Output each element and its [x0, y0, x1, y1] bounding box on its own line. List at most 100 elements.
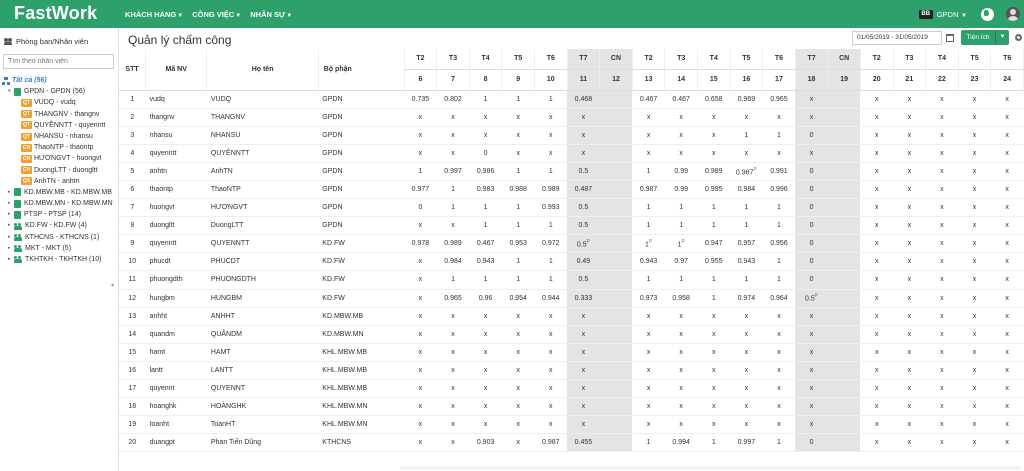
attendance-cell[interactable]: 0.973: [632, 289, 665, 308]
attendance-cell[interactable]: 0.467: [469, 234, 502, 254]
attendance-cell[interactable]: x: [501, 325, 535, 344]
attendance-cell[interactable]: x: [697, 361, 731, 381]
attendance-cell[interactable]: x: [925, 108, 959, 127]
attendance-cell[interactable]: [827, 379, 861, 399]
tree-node[interactable]: ▸ KTHCNS - KTHCNS (1): [0, 232, 119, 243]
attendance-cell[interactable]: x: [893, 234, 926, 254]
attendance-cell[interactable]: x: [501, 361, 535, 381]
attendance-cell[interactable]: x: [404, 433, 437, 453]
attendance-cell[interactable]: x: [795, 307, 828, 326]
attendance-cell[interactable]: x: [534, 379, 568, 399]
attendance-cell[interactable]: 1: [632, 270, 665, 290]
nav-hr[interactable]: NHÂN SỰ▼: [250, 10, 292, 19]
attendance-cell[interactable]: x: [958, 325, 991, 344]
attendance-cell[interactable]: 0.5: [567, 162, 600, 181]
attendance-cell[interactable]: x: [436, 361, 470, 381]
attendance-cell[interactable]: 0.944: [534, 289, 568, 308]
attendance-cell[interactable]: 0.943: [632, 252, 665, 272]
attendance-cell[interactable]: x: [990, 415, 1024, 435]
attendance-cell[interactable]: x: [860, 252, 894, 272]
attendance-cell[interactable]: 0.5P: [795, 289, 828, 308]
attendance-cell[interactable]: [827, 162, 861, 181]
attendance-cell[interactable]: 0.333: [567, 289, 600, 308]
attendance-cell[interactable]: x: [567, 126, 600, 145]
tree-node[interactable]: ▸ TKHTKH - TKHTKH (10): [0, 254, 119, 265]
attendance-cell[interactable]: x: [795, 343, 828, 362]
attendance-cell[interactable]: x: [469, 361, 502, 381]
attendance-cell[interactable]: x: [893, 126, 926, 145]
attendance-cell[interactable]: x: [697, 108, 731, 127]
attendance-cell[interactable]: 1: [469, 216, 502, 236]
attendance-cell[interactable]: 0.983: [469, 180, 502, 200]
attendance-cell[interactable]: x: [990, 234, 1024, 254]
attendance-cell[interactable]: [827, 307, 861, 326]
attendance-cell[interactable]: x: [404, 270, 437, 290]
attendance-cell[interactable]: x: [501, 144, 535, 163]
attendance-cell[interactable]: [827, 144, 861, 163]
attendance-cell[interactable]: x: [925, 289, 959, 308]
attendance-cell[interactable]: x: [990, 270, 1024, 290]
attendance-cell[interactable]: 0.487: [567, 180, 600, 200]
attendance-cell[interactable]: 1: [762, 270, 796, 290]
attendance-cell[interactable]: x: [795, 144, 828, 163]
attendance-cell[interactable]: x: [697, 343, 731, 362]
gear-icon[interactable]: [1015, 34, 1022, 41]
attendance-cell[interactable]: x: [404, 361, 437, 381]
attendance-cell[interactable]: x: [958, 180, 991, 200]
table-row[interactable]: 15 hamt HAMT KHL.MBW.MB x x x x x x x x x x x x x x x x x: [119, 343, 1024, 362]
attendance-cell[interactable]: x: [990, 108, 1024, 127]
attendance-cell[interactable]: x: [404, 126, 437, 145]
attendance-cell[interactable]: x: [730, 361, 763, 381]
attendance-cell[interactable]: x: [990, 325, 1024, 344]
attendance-cell[interactable]: x: [990, 361, 1024, 381]
attendance-cell[interactable]: x: [697, 415, 731, 435]
attendance-cell[interactable]: x: [436, 307, 470, 326]
attendance-cell[interactable]: x: [534, 126, 568, 145]
scroll-down-icon[interactable]: ▼: [110, 283, 115, 289]
attendance-cell[interactable]: x: [664, 325, 698, 344]
attendance-cell[interactable]: 0.5: [567, 216, 600, 236]
attendance-cell[interactable]: x: [730, 144, 763, 163]
attendance-cell[interactable]: x: [893, 180, 926, 200]
attendance-cell[interactable]: 0: [795, 162, 828, 181]
table-row[interactable]: 20 duangpt Phan Tiến Dũng KTHCNS x x 0.903 x 0.9…: [119, 433, 1024, 453]
nav-customers[interactable]: KHÁCH HÀNG▼: [125, 10, 183, 19]
attendance-cell[interactable]: 1P: [632, 234, 665, 254]
attendance-cell[interactable]: [599, 216, 633, 236]
attendance-cell[interactable]: x: [404, 397, 437, 417]
table-row[interactable]: 11 phuongdth PHUONGDTH KD.FW x 1 1 1 1 0.5 1 1 1 1 1 0 x…: [119, 270, 1024, 290]
table-row[interactable]: 17 quyennt QUYENNT KHL.MBW.MB x x x x x x x x x x x x x x…: [119, 379, 1024, 399]
attendance-cell[interactable]: 1: [501, 216, 535, 236]
attendance-cell[interactable]: x: [958, 307, 991, 326]
attendance-cell[interactable]: x: [501, 343, 535, 362]
attendance-cell[interactable]: 0: [795, 180, 828, 200]
attendance-cell[interactable]: 1: [436, 180, 470, 200]
attendance-cell[interactable]: x: [567, 361, 600, 381]
attendance-cell[interactable]: x: [893, 90, 926, 109]
attendance-cell[interactable]: 1: [534, 270, 568, 290]
attendance-cell[interactable]: 1: [697, 433, 731, 453]
attendance-cell[interactable]: x: [534, 361, 568, 381]
attendance-cell[interactable]: 1: [534, 162, 568, 181]
attendance-cell[interactable]: x: [404, 343, 437, 362]
avatar[interactable]: [1006, 7, 1020, 21]
attendance-cell[interactable]: x: [730, 343, 763, 362]
attendance-cell[interactable]: x: [795, 108, 828, 127]
attendance-cell[interactable]: x: [534, 397, 568, 417]
attendance-cell[interactable]: x: [958, 144, 991, 163]
attendance-cell[interactable]: x: [762, 108, 796, 127]
table-row[interactable]: 9 quyenntt QUYENNTT KD.FW 0.978 0.989 0.467 0.9…: [119, 234, 1024, 254]
attendance-cell[interactable]: x: [632, 325, 665, 344]
attendance-cell[interactable]: x: [925, 234, 959, 254]
attendance-cell[interactable]: 0.989: [534, 180, 568, 200]
attendance-cell[interactable]: x: [697, 307, 731, 326]
attendance-cell[interactable]: x: [893, 379, 926, 399]
attendance-cell[interactable]: x: [567, 343, 600, 362]
attendance-cell[interactable]: 1: [730, 270, 763, 290]
attendance-cell[interactable]: x: [925, 361, 959, 381]
app-logo[interactable]: FastWork: [14, 3, 97, 24]
attendance-cell[interactable]: 1: [632, 216, 665, 236]
attendance-cell[interactable]: 1: [404, 162, 437, 181]
attendance-cell[interactable]: 0: [469, 144, 502, 163]
attendance-cell[interactable]: x: [860, 325, 894, 344]
